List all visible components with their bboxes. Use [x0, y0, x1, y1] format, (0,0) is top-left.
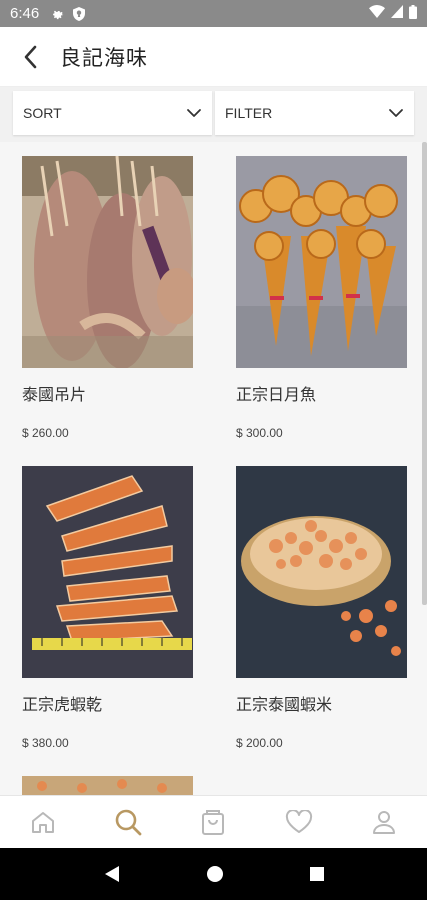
- nav-favorites[interactable]: [269, 797, 329, 847]
- product-card[interactable]: 泰國吊片 $ 260.00: [22, 156, 194, 440]
- product-card[interactable]: 正宗虎蝦乾 $ 380.00: [22, 466, 194, 750]
- filter-dropdown[interactable]: FILTER: [215, 91, 414, 135]
- nav-search[interactable]: [98, 797, 158, 847]
- sort-filter-toolbar: SORT FILTER: [0, 87, 427, 142]
- product-card[interactable]: 正宗日月魚 $ 300.00: [236, 156, 408, 440]
- scrollbar[interactable]: [422, 142, 427, 605]
- product-name[interactable]: 正宗日月魚: [236, 381, 408, 404]
- product-price: $ 380.00: [22, 736, 69, 750]
- system-navigation-bar: [0, 848, 427, 900]
- product-name[interactable]: 正宗泰國蝦米: [236, 691, 408, 714]
- shopping-bag-icon: [202, 810, 225, 835]
- product-image[interactable]: [22, 466, 193, 678]
- nav-home[interactable]: [13, 797, 73, 847]
- product-grid[interactable]: 泰國吊片 $ 260.00 正宗日月魚 $ 300.00 正宗虎蝦乾 $ 380…: [0, 142, 427, 795]
- filter-label: FILTER: [225, 105, 273, 121]
- product-image[interactable]: [236, 466, 407, 678]
- chevron-down-icon: [187, 109, 201, 117]
- status-time: 6:46: [10, 5, 40, 22]
- heart-icon: [285, 810, 312, 833]
- home-circle-icon[interactable]: [206, 865, 224, 883]
- battery-icon: [409, 4, 417, 23]
- back-triangle-icon[interactable]: [103, 864, 121, 884]
- product-price: $ 200.00: [236, 736, 283, 750]
- user-icon: [373, 811, 396, 834]
- wifi-icon: [369, 5, 385, 22]
- nav-account[interactable]: [354, 797, 414, 847]
- sort-dropdown[interactable]: SORT: [13, 91, 212, 135]
- app-header: 良記海味: [0, 27, 427, 87]
- status-bar: 6:46: [0, 0, 427, 27]
- product-name[interactable]: 泰國吊片: [22, 381, 194, 404]
- product-card[interactable]: [22, 776, 194, 795]
- product-image[interactable]: [22, 156, 193, 368]
- product-image[interactable]: [236, 156, 407, 368]
- chevron-down-icon: [389, 109, 403, 117]
- bottom-navigation: [0, 795, 427, 848]
- recents-square-icon[interactable]: [309, 866, 325, 882]
- shield-icon: [73, 6, 86, 21]
- page-title: 良記海味: [60, 45, 148, 70]
- product-price: $ 260.00: [22, 426, 69, 440]
- product-card[interactable]: 正宗泰國蝦米 $ 200.00: [236, 466, 408, 750]
- home-icon: [31, 812, 54, 833]
- signal-icon: [391, 5, 403, 22]
- chevron-left-icon: [24, 45, 37, 68]
- product-name[interactable]: 正宗虎蝦乾: [22, 691, 194, 714]
- nav-cart[interactable]: [183, 797, 243, 847]
- back-button[interactable]: [0, 27, 60, 87]
- search-icon: [115, 809, 142, 836]
- settings-gear-icon: [51, 7, 65, 21]
- product-image[interactable]: [22, 776, 193, 795]
- product-price: $ 300.00: [236, 426, 283, 440]
- sort-label: SORT: [23, 105, 62, 121]
